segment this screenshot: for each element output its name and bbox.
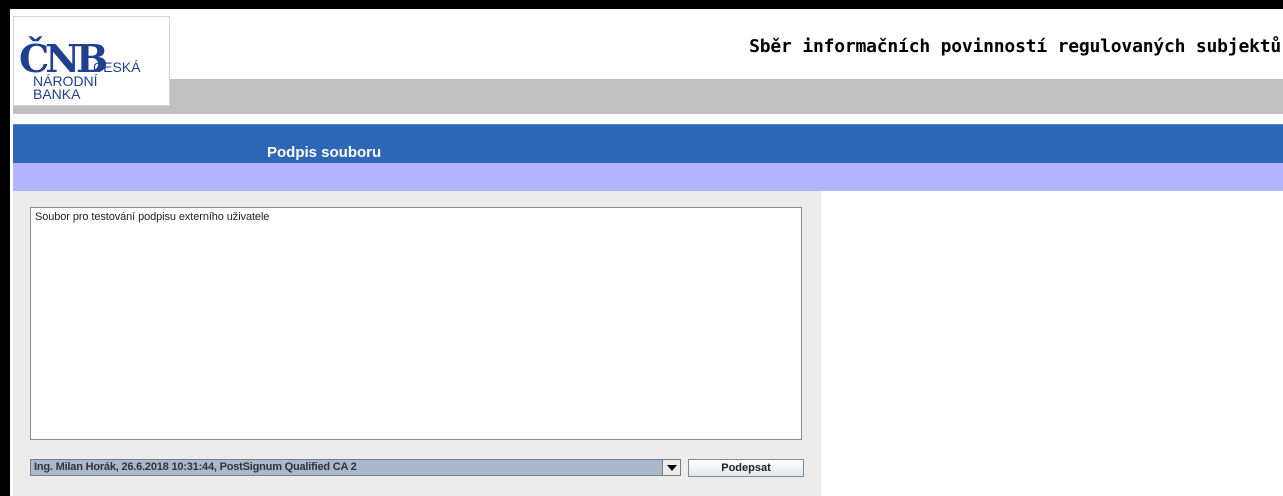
header-gray-bar [170, 79, 1283, 114]
cnb-logo: ČNB ČESKÁ NÁRODNÍ BANKA [13, 16, 170, 106]
certificate-select[interactable]: Ing. Milan Horák, 26.6.2018 10:31:44, Po… [30, 459, 680, 476]
section-header-band [13, 124, 1283, 163]
section-subheader-band [13, 163, 1283, 191]
signing-panel: Soubor pro testování podpisu externího u… [13, 191, 821, 496]
svg-text:BANKA: BANKA [33, 86, 81, 102]
svg-text:ČESKÁ: ČESKÁ [93, 59, 141, 75]
certificate-select-value: Ing. Milan Horák, 26.6.2018 10:31:44, Po… [34, 461, 357, 473]
app-title: Sběr informačních povinností regulovanýc… [749, 36, 1281, 57]
section-title: Podpis souboru [267, 144, 382, 161]
sign-button[interactable]: Podepsat [688, 459, 804, 477]
app-window: ČNB ČESKÁ NÁRODNÍ BANKA Sběr informačníc… [10, 9, 1283, 496]
header-gray-strip-left [13, 106, 170, 114]
triangle-down-icon [667, 465, 677, 471]
cnb-logo-mark: ČNB ČESKÁ NÁRODNÍ BANKA [19, 36, 141, 102]
certificate-dropdown-button[interactable] [662, 459, 681, 476]
file-description-textarea[interactable]: Soubor pro testování podpisu externího u… [30, 207, 802, 440]
